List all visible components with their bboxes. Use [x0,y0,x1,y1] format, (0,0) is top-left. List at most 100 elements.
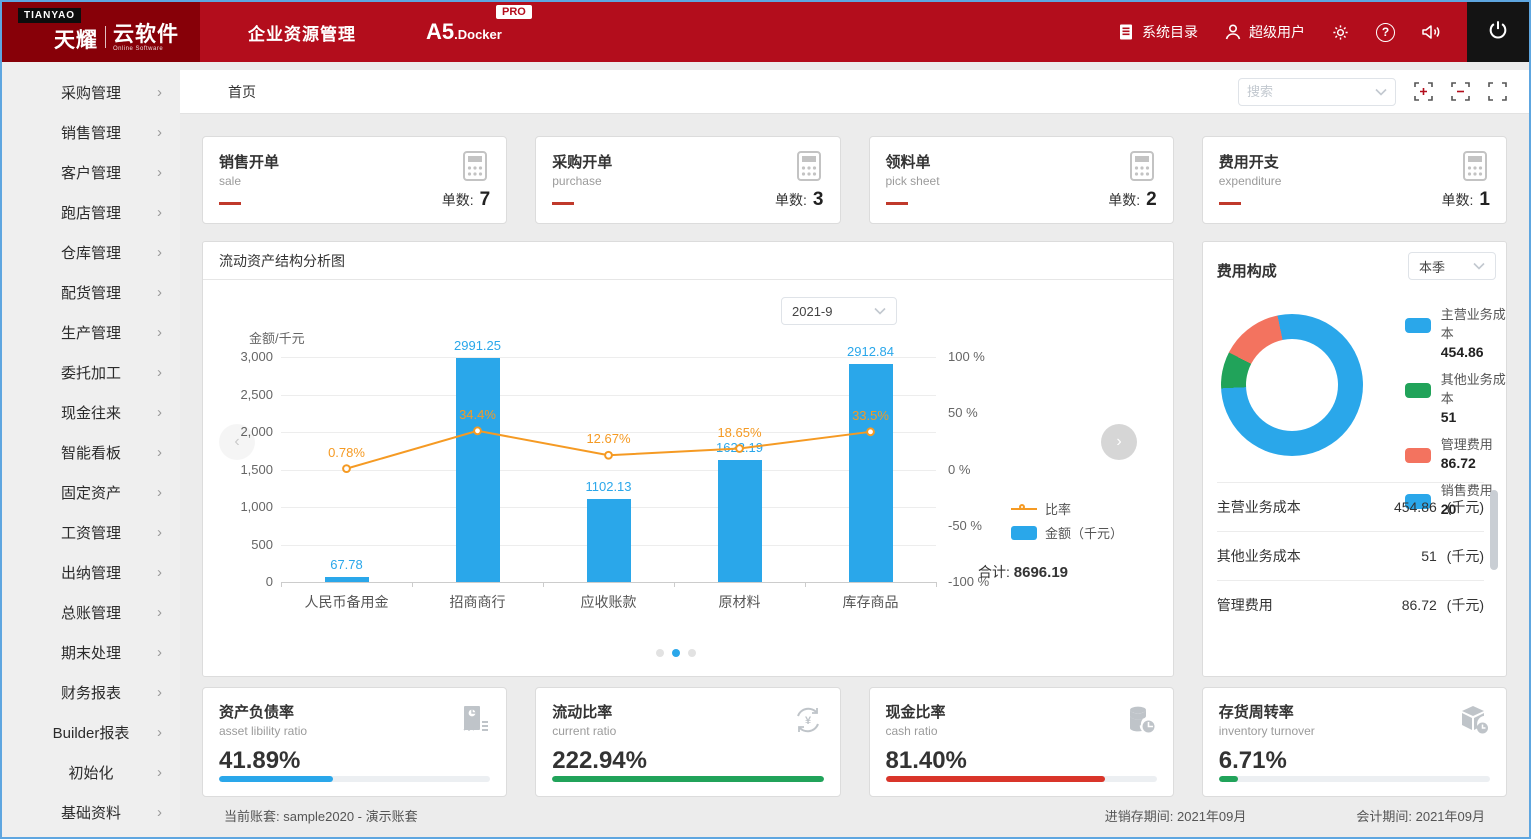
line-percent-label: 34.4% [459,406,496,422]
y-axis-tick: 3,000 [240,349,273,364]
expense-row-label: 管理费用 [1216,597,1273,613]
zoom-out-frame-button[interactable] [1451,82,1470,101]
line-point [473,426,482,436]
sidebar-item-配货管理[interactable]: 配货管理 › [2,272,180,312]
status-bar: 当前账套: sample2020 - 演示账套 进销存期间: 2021年09月 … [202,797,1507,833]
stat-card-count: 单数: 2 [1108,189,1157,210]
stat-cards-row: 销售开单 sale 单数: 7 采购开单 purchase 单数: 3 领料单 pick shee… [202,136,1507,224]
box-clock-icon [1456,702,1492,743]
y-axis-tick: 1,500 [240,461,273,477]
sidebar-item-总账管理[interactable]: 总账管理 › [2,592,180,632]
bar-legend-marker [1011,525,1037,540]
brand-name-suffix: 云软件 [113,23,179,46]
sidebar-item-工资管理[interactable]: 工资管理 › [2,512,180,552]
donut-legend-entry[interactable]: 主营业务成本 454.86 [1404,304,1506,360]
sidebar-item-基础资料[interactable]: 基础资料 › [2,792,180,832]
carousel-left-arrow[interactable]: ‹ [219,424,255,460]
chart-total: 合计: 8696.19 [978,564,1069,581]
announcement-button[interactable] [1421,23,1441,41]
ratio-card-subtitle: cash ratio [885,724,938,738]
donut-legend-entry[interactable]: 管理费用 86.72 [1404,434,1506,471]
stat-card-expenditure[interactable]: 费用开支 expenditure 单数: 1 [1201,136,1507,224]
carousel-right-arrow[interactable]: › [1101,424,1137,460]
expense-period-value: 本季 [1419,259,1446,275]
chevron-right-icon: › [157,723,162,741]
x-axis-tick [674,582,675,587]
ratio-card-asset-libility-ratio[interactable]: 资产负债率 asset libility ratio 41.89% [202,687,508,797]
settings-button[interactable] [1331,23,1350,42]
fullscreen-button[interactable] [1488,82,1507,101]
pro-badge: PRO [495,5,532,19]
donut-legend-entry[interactable]: 其他业务成本 51 [1404,369,1506,425]
category-label: 招商商行 [449,594,506,610]
legend-amount[interactable]: 金额（千元） [1011,523,1123,542]
sidebar-item-固定资产[interactable]: 固定资产 › [2,472,180,512]
expense-panel: 费用构成 本季 主营业务成本 454.86 其他业务成本 51 管理费用 86.72 销售费… [1201,241,1507,677]
sidebar-item-现金往来[interactable]: 现金往来 › [2,392,180,432]
ratio-progress-fill [219,776,333,782]
donut-legend-value: 454.86 [1440,344,1484,360]
y2-axis-tick: 0 % [948,461,971,477]
user-label: 超级用户 [1249,24,1305,40]
stat-card-title: 费用开支 [1218,154,1279,171]
user-button[interactable]: 超级用户 [1224,22,1305,42]
legend-swatch [1404,318,1431,333]
chevron-right-icon: › [157,643,162,661]
chart-period-select[interactable]: 2021-9 [781,297,897,325]
sidebar-item-智能看板[interactable]: 智能看板 › [2,432,180,472]
sidebar-item-跑店管理[interactable]: 跑店管理 › [2,192,180,232]
sidebar-item-委托加工[interactable]: 委托加工 › [2,352,180,392]
donut-legend-label: 其他业务成本 [1440,372,1506,406]
sidebar-item-客户管理[interactable]: 客户管理 › [2,152,180,192]
chevron-down-icon [1473,262,1485,270]
legend-ratio[interactable]: 比率 [1011,499,1071,518]
sidebar-item-采购管理[interactable]: 采购管理 › [2,72,180,112]
sidebar-item-出纳管理[interactable]: 出纳管理 › [2,552,180,592]
power-button[interactable] [1467,2,1529,62]
category-label: 应收账款 [580,594,637,610]
stat-card-sale[interactable]: 销售开单 sale 单数: 7 [202,136,508,224]
zoom-in-frame-button[interactable] [1414,82,1433,101]
stat-card-subtitle: expenditure [1218,174,1282,188]
sidebar-item-初始化[interactable]: 初始化 › [2,752,180,792]
help-button[interactable]: ? [1376,22,1395,42]
expense-row-value: 86.72 (千元) [1401,597,1484,613]
chart-total-value: 8696.19 [1013,564,1069,581]
brand-badge: TIANYAO [18,8,82,23]
carousel-dot[interactable] [672,649,680,657]
search-input[interactable] [1247,84,1375,99]
category-label: 人民币备用金 [304,594,389,610]
chevron-right-icon: › [157,523,162,541]
ratio-card-current-ratio[interactable]: 流动比率 current ratio ¥222.94% [535,687,841,797]
sidebar-item-Builder报表[interactable]: Builder报表 › [2,712,180,752]
y-axis-tick: 2,500 [240,386,273,402]
carousel-dot[interactable] [688,649,696,657]
refresh-yen-icon: ¥ [790,702,826,743]
app-title: 企业资源管理 [248,24,356,44]
sidebar-item-财务报表[interactable]: 财务报表 › [2,672,180,712]
line-point [735,444,744,453]
sidebar-item-期末处理[interactable]: 期末处理 › [2,632,180,672]
sidebar-item-label: 财务报表 [60,684,121,702]
sidebar-item-label: 智能看板 [60,444,121,462]
line-percent-label: 33.5% [852,407,889,423]
ratio-card-inventory-turnover[interactable]: 存货周转率 inventory turnover 6.71% [1201,687,1507,797]
stat-card-pick-sheet[interactable]: 领料单 pick sheet 单数: 2 [868,136,1174,224]
ratio-card-cash-ratio[interactable]: 现金比率 cash ratio 81.40% [868,687,1174,797]
tab-home[interactable]: 首页 [228,82,256,102]
expense-period-select[interactable]: 本季 [1408,252,1496,280]
scrollbar-thumb[interactable] [1490,490,1498,570]
ratio-progress-fill [552,776,824,782]
sidebar-item-销售管理[interactable]: 销售管理 › [2,112,180,152]
chevron-right-icon: › [157,563,162,581]
sidebar-item-生产管理[interactable]: 生产管理 › [2,312,180,352]
y-axis-label: 金额/千元 [249,331,305,346]
carousel-dot[interactable] [656,649,664,657]
stat-card-subtitle: purchase [552,174,602,188]
expense-row-value: 454.86 (千元) [1393,499,1484,515]
sidebar-item-仓库管理[interactable]: 仓库管理 › [2,232,180,272]
search-select[interactable] [1238,77,1396,106]
system-catalog-button[interactable]: 系统目录 [1117,22,1198,42]
stat-card-purchase[interactable]: 采购开单 purchase 单数: 3 [535,136,841,224]
expense-donut-chart[interactable] [1220,314,1363,456]
